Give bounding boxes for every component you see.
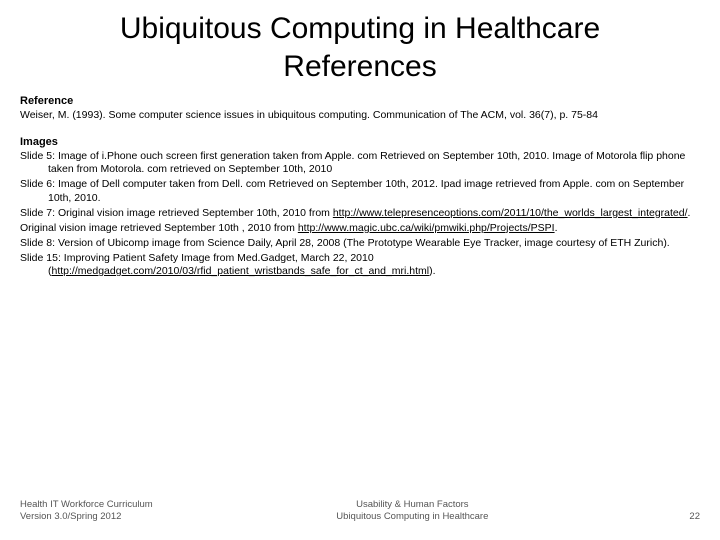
section-heading-images: Images — [20, 136, 700, 148]
reference-link[interactable]: http://medgadget.com/2010/03/rfid_patien… — [52, 265, 430, 277]
footer-version: Version 3.0/Spring 2012 — [20, 511, 153, 522]
footer-subtopic: Ubiquitous Computing in Healthcare — [153, 511, 672, 522]
entry-text: Slide 7: Original vision image retrieved… — [20, 207, 333, 219]
image-entry: Slide 6: Image of Dell computer taken fr… — [20, 178, 700, 204]
footer-page-number: 22 — [672, 511, 700, 522]
footer-center: Usability & Human Factors Ubiquitous Com… — [153, 499, 672, 522]
slide-title: Ubiquitous Computing in Healthcare Refer… — [0, 0, 720, 91]
image-entry: Slide 5: Image of i.Phone ouch screen fi… — [20, 150, 700, 176]
section-heading-reference: Reference — [20, 95, 700, 107]
entry-text: Original vision image retrieved Septembe… — [20, 222, 298, 234]
footer-curriculum: Health IT Workforce Curriculum — [20, 499, 153, 510]
slide-footer: Health IT Workforce Curriculum Version 3… — [0, 499, 720, 522]
entry-text: . — [555, 222, 558, 234]
entry-text: ). — [429, 265, 435, 277]
image-entry: Slide 8: Version of Ubicomp image from S… — [20, 237, 700, 250]
reference-link[interactable]: http://www.telepresenceoptions.com/2011/… — [333, 207, 688, 219]
entry-text: . — [688, 207, 691, 219]
slide-content: Reference Weiser, M. (1993). Some comput… — [0, 95, 720, 278]
footer-left: Health IT Workforce Curriculum Version 3… — [20, 499, 153, 522]
reference-link[interactable]: http://www.magic.ubc.ca/wiki/pmwiki.php/… — [298, 222, 555, 234]
image-entry: Original vision image retrieved Septembe… — [20, 222, 700, 235]
image-entry: Slide 15: Improving Patient Safety Image… — [20, 252, 700, 278]
footer-topic: Usability & Human Factors — [153, 499, 672, 510]
reference-entry: Weiser, M. (1993). Some computer science… — [20, 109, 700, 122]
image-entry: Slide 7: Original vision image retrieved… — [20, 207, 700, 220]
